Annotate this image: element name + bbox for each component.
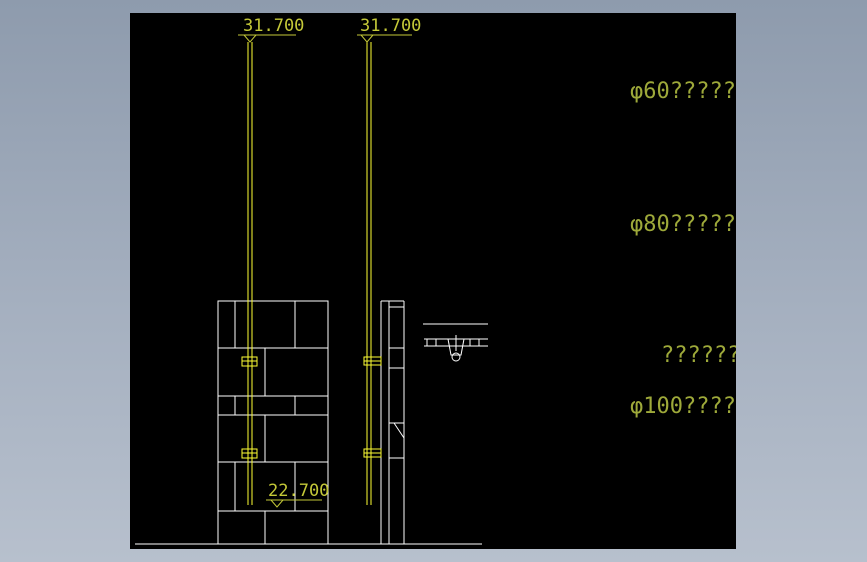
note-phi100: φ100????? [630, 394, 736, 419]
cad-drawing: 31.700 22.700 31.700 φ60????? φ80????? ?… [135, 16, 736, 545]
right-downpipe [363, 42, 382, 505]
level-label-top-right: 31.700 [360, 16, 421, 36]
note-phi60: φ60????? [630, 79, 736, 104]
note-phi80: φ80????? [630, 212, 736, 237]
level-marker-top-left: 31.700 [238, 16, 304, 43]
level-label-bottom: 22.700 [268, 481, 329, 501]
note-unknown: ?????? [661, 343, 736, 368]
level-label-top-left: 31.700 [243, 16, 304, 36]
level-marker-top-right: 31.700 [357, 16, 421, 43]
cad-viewport[interactable]: 31.700 22.700 31.700 φ60????? φ80????? ?… [130, 13, 736, 549]
level-marker-bottom: 22.700 [266, 481, 329, 508]
right-wall-section [380, 300, 405, 544]
left-downpipe [241, 42, 258, 505]
pipe-clamp-detail [423, 323, 488, 362]
left-wall-elevation [217, 300, 329, 545]
